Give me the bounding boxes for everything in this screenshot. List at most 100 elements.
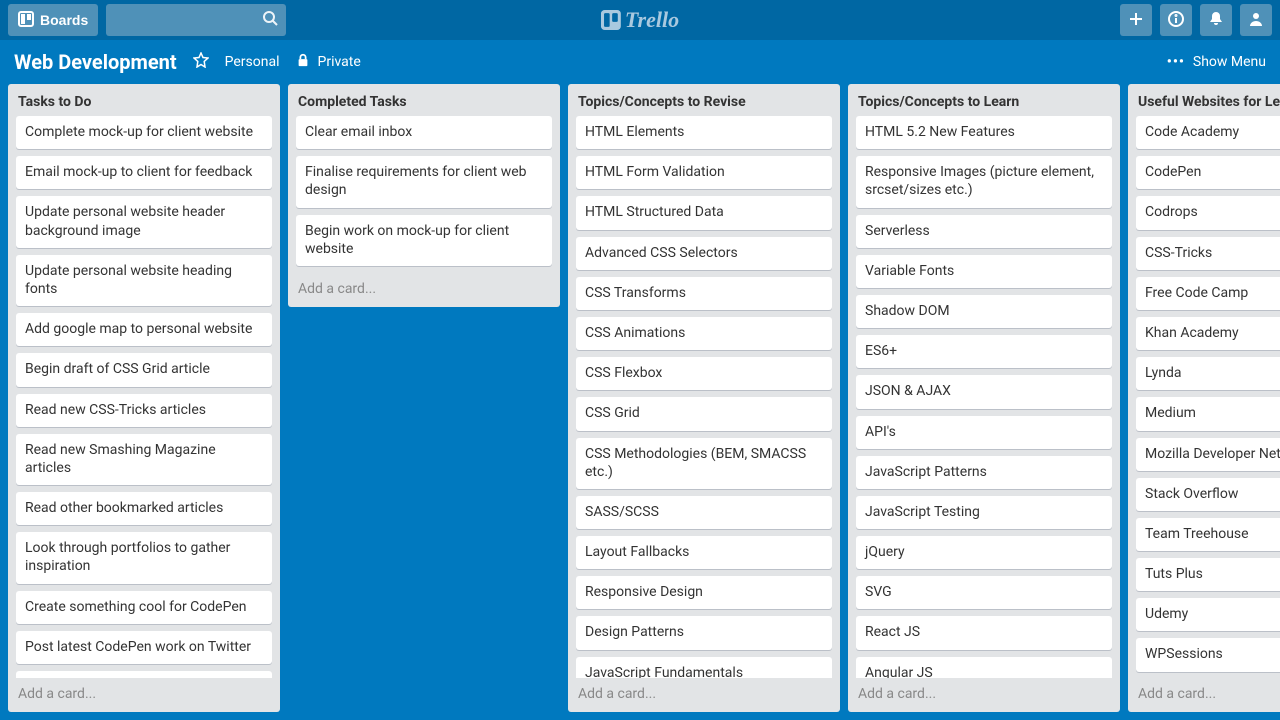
app-header: Boards Trello [0,0,1280,40]
card[interactable]: CSS Transforms [576,277,832,310]
star-button[interactable] [193,52,209,72]
list: Topics/Concepts to ReviseHTML ElementsHT… [568,84,840,712]
create-button[interactable] [1120,4,1152,36]
card[interactable]: Advanced CSS Selectors [576,237,832,270]
board-header: Web Development Personal Private ••• Sho… [0,40,1280,84]
card[interactable]: Read other bookmarked articles [16,492,272,525]
card[interactable]: HTML Form Validation [576,156,832,189]
account-button[interactable] [1240,4,1272,36]
card[interactable]: Update personal website header backgroun… [16,196,272,247]
card[interactable]: Responsive Design [576,576,832,609]
card[interactable]: Create something cool for CodePen [16,591,272,624]
list-title[interactable]: Tasks to Do [8,84,280,116]
card[interactable]: Udemy [1136,598,1280,631]
card[interactable]: Code Academy [1136,116,1280,149]
board-title: Web Development [14,50,177,74]
card[interactable]: HTML Elements [576,116,832,149]
card[interactable]: HTML 5.2 New Features [856,116,1112,149]
boards-icon [18,11,34,30]
card[interactable]: Update personal website heading fonts [16,255,272,306]
list: Useful Websites for LearningCode Academy… [1128,84,1280,712]
card[interactable]: Medium [1136,397,1280,430]
list-cards: Code Academy CodePen Codrops CSS-Tricks Free… [1128,116,1280,678]
visibility-button[interactable]: Private [296,53,361,71]
list-title[interactable]: Completed Tasks [288,84,560,116]
card[interactable]: Layout Fallbacks [576,536,832,569]
list: Completed TasksClear email inbox Finalise… [288,84,560,307]
card[interactable]: JSON & AJAX [856,375,1112,408]
card[interactable]: SASS/SCSS [576,496,832,529]
notifications-button[interactable] [1200,4,1232,36]
list-cards: Complete mock-up for client website Email… [8,116,280,678]
info-button[interactable] [1160,4,1192,36]
search-input[interactable] [106,4,286,36]
card[interactable]: Team Treehouse [1136,518,1280,551]
card[interactable]: Begin draft of CSS Grid article [16,353,272,386]
card[interactable]: React JS [856,616,1112,649]
card[interactable]: JavaScript Testing [856,496,1112,529]
card[interactable]: CSS-Tricks [1136,237,1280,270]
card[interactable]: CodePen [1136,156,1280,189]
card[interactable]: jQuery [856,536,1112,569]
list: Topics/Concepts to LearnHTML 5.2 New Fea… [848,84,1120,712]
card[interactable]: Shadow DOM [856,295,1112,328]
list-cards: HTML 5.2 New Features Responsive Images (… [848,116,1120,678]
card[interactable]: Read new Smashing Magazine articles [16,434,272,485]
add-card-button[interactable]: Add a card... [848,678,1120,712]
list-title[interactable]: Topics/Concepts to Learn [848,84,1120,116]
card[interactable]: CSS Methodologies (BEM, SMACSS etc.) [576,438,832,489]
card[interactable]: Free Code Camp [1136,277,1280,310]
boards-button[interactable]: Boards [8,4,98,36]
star-icon [193,52,209,68]
card[interactable]: Post latest CodePen work on Twitter [16,631,272,664]
card[interactable]: WPSessions [1136,638,1280,671]
lock-icon [296,53,310,71]
list-title[interactable]: Useful Websites for Learning [1128,84,1280,116]
card[interactable]: Email mock-up to client for feedback [16,156,272,189]
card[interactable]: Serverless [856,215,1112,248]
card[interactable]: Tuts Plus [1136,558,1280,591]
card[interactable]: JavaScript Patterns [856,456,1112,489]
plus-icon [1128,11,1144,30]
bell-icon [1208,11,1224,30]
add-card-button[interactable]: Add a card... [288,273,560,307]
card[interactable]: Lynda [1136,357,1280,390]
list-cards: HTML Elements HTML Form Validation HTML St… [568,116,840,678]
card[interactable]: CSS Grid [576,397,832,430]
boards-label: Boards [40,12,88,28]
card[interactable]: Complete mock-up for client website [16,116,272,149]
card[interactable]: Angular JS [856,657,1112,678]
add-card-button[interactable]: Add a card... [8,678,280,712]
add-card-button[interactable]: Add a card... [568,678,840,712]
list: Tasks to DoComplete mock-up for client w… [8,84,280,712]
add-card-button[interactable]: Add a card... [1128,678,1280,712]
list-cards: Clear email inbox Finalise requirements f… [288,116,560,273]
card[interactable]: CSS Flexbox [576,357,832,390]
card[interactable]: Codrops [1136,196,1280,229]
card[interactable]: Mozilla Developer Network [1136,438,1280,471]
board-canvas: Tasks to DoComplete mock-up for client w… [0,84,1280,720]
card[interactable]: Clear email inbox [296,116,552,149]
card[interactable]: Variable Fonts [856,255,1112,288]
card[interactable]: ES6+ [856,335,1112,368]
card[interactable]: HTML Structured Data [576,196,832,229]
card[interactable]: Design Patterns [576,616,832,649]
card[interactable]: CSS Animations [576,317,832,350]
ellipsis-icon: ••• [1167,54,1185,70]
card[interactable]: Begin work on mock-up for client website [296,215,552,266]
card[interactable]: API's [856,416,1112,449]
card[interactable]: Add google map to personal website [16,313,272,346]
card[interactable]: JavaScript Fundamentals [576,657,832,678]
card[interactable]: SVG [856,576,1112,609]
list-title[interactable]: Topics/Concepts to Revise [568,84,840,116]
card[interactable]: Stack Overflow [1136,478,1280,511]
card[interactable]: Read new CSS-Tricks articles [16,394,272,427]
card[interactable]: Responsive Images (picture element, srcs… [856,156,1112,207]
card[interactable]: Khan Academy [1136,317,1280,350]
info-icon [1168,11,1184,30]
card[interactable]: Look through portfolios to gather inspir… [16,532,272,583]
show-menu-button[interactable]: ••• Show Menu [1167,54,1266,70]
team-button[interactable]: Personal [225,54,280,70]
card[interactable]: Finalise requirements for client web des… [296,156,552,207]
card[interactable]: Listen to new Syntax.fm episode [16,671,272,678]
